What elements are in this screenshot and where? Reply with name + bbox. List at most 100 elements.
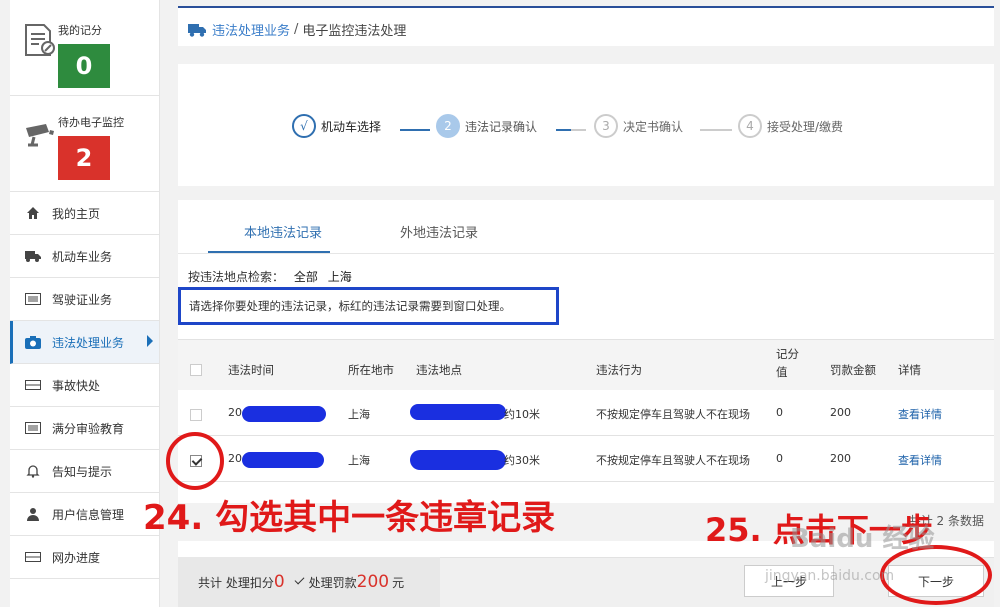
redaction-mark bbox=[242, 452, 324, 468]
col-place: 违法地点 bbox=[416, 363, 462, 377]
sidebar-item-education[interactable]: 满分审验教育 bbox=[10, 407, 159, 450]
step-4: 4 接受处理/缴费 bbox=[738, 114, 843, 138]
filter-option-all[interactable]: 全部 bbox=[294, 270, 318, 284]
home-icon bbox=[24, 206, 42, 220]
sidebar-item-label: 满分审验教育 bbox=[52, 421, 125, 436]
annotation-step-24: 24. 勾选其中一条违章记录 bbox=[143, 498, 556, 538]
my-points-value: 0 bbox=[58, 44, 110, 88]
cell-time: 20 bbox=[228, 406, 242, 419]
header-gap bbox=[178, 46, 994, 64]
sidebar-item-label: 机动车业务 bbox=[52, 249, 113, 264]
step-indicator: √ 机动车选择 2 违法记录确认 3 决定书确认 4 接受处理/缴费 bbox=[178, 110, 994, 142]
step-3: 3 决定书确认 bbox=[594, 114, 683, 138]
sidebar: 我的记分 0 待办电子监控 2 我的主页 机动车业务 驾驶证业务 违法处理业务 … bbox=[10, 0, 160, 607]
step-1-circle: √ bbox=[292, 114, 316, 138]
step-1-label: 机动车选择 bbox=[321, 119, 382, 134]
cell-fine: 200 bbox=[830, 406, 851, 419]
table-row: 20 上海 约10米 不按规定停车且驾驶人不在现场 0 200 查看详情 bbox=[178, 390, 994, 436]
license-card-icon bbox=[24, 292, 42, 306]
my-points-label: 我的记分 bbox=[58, 24, 102, 37]
breadcrumb: 违法处理业务 / 电子监控违法处理 bbox=[188, 20, 406, 39]
summary-fine-value: 200 bbox=[356, 572, 390, 592]
step-connector bbox=[400, 129, 430, 131]
summary-fine-label: 处理罚款 bbox=[308, 575, 357, 590]
select-all-checkbox[interactable] bbox=[190, 364, 202, 376]
list-icon bbox=[24, 421, 42, 435]
active-tab-underline bbox=[208, 251, 330, 253]
cell-fine: 200 bbox=[830, 452, 851, 465]
cell-place: 约10米 bbox=[504, 408, 540, 421]
redaction-mark bbox=[242, 406, 326, 422]
location-filter: 按违法地点检索： 全部 上海 bbox=[188, 268, 352, 285]
summary-bar: 共计 处理扣分 0 处理罚款 200 元 bbox=[178, 557, 440, 607]
cell-city: 上海 bbox=[348, 454, 370, 467]
top-divider bbox=[178, 6, 994, 8]
sidebar-item-label: 用户信息管理 bbox=[52, 507, 125, 522]
notice-message: 请选择你要处理的违法记录，标红的违法记录需要到窗口处理。 bbox=[178, 287, 559, 325]
surveillance-camera-icon bbox=[22, 118, 58, 154]
truck-icon bbox=[188, 23, 206, 37]
pending-monitor-value: 2 bbox=[58, 136, 110, 180]
sidebar-item-vehicle[interactable]: 机动车业务 bbox=[10, 235, 159, 278]
breadcrumb-link-violation[interactable]: 违法处理业务 bbox=[212, 20, 290, 39]
pending-monitor-label: 待办电子监控 bbox=[58, 116, 124, 129]
sidebar-item-notice[interactable]: 告知与提示 bbox=[10, 450, 159, 493]
col-time: 违法时间 bbox=[228, 363, 274, 377]
truck-icon bbox=[24, 249, 42, 263]
step-4-label: 接受处理/缴费 bbox=[767, 119, 844, 134]
section-gap bbox=[178, 186, 994, 200]
cell-action: 不按规定停车且驾驶人不在现场 bbox=[596, 408, 750, 421]
table-row: 20 上海 约30米 不按规定停车且驾驶人不在现场 0 200 查看详情 bbox=[178, 436, 994, 482]
bell-icon bbox=[24, 464, 42, 478]
view-detail-link[interactable]: 查看详情 bbox=[898, 406, 942, 422]
cell-place: 约30米 bbox=[504, 454, 540, 467]
sidebar-item-license[interactable]: 驾驶证业务 bbox=[10, 278, 159, 321]
sidebar-item-label: 我的主页 bbox=[52, 206, 101, 221]
pending-monitor-stat[interactable]: 待办电子监控 2 bbox=[10, 96, 159, 192]
progress-icon bbox=[24, 550, 42, 564]
tab-other-records[interactable]: 外地违法记录 bbox=[400, 222, 478, 241]
record-tabs: 本地违法记录 外地违法记录 bbox=[178, 208, 994, 254]
chevron-right-icon bbox=[147, 335, 153, 347]
cell-action: 不按规定停车且驾驶人不在现场 bbox=[596, 454, 750, 467]
my-points-stat[interactable]: 我的记分 0 bbox=[10, 0, 159, 96]
redaction-mark bbox=[410, 450, 506, 470]
step-connector bbox=[700, 129, 732, 131]
step-3-label: 决定书确认 bbox=[623, 119, 684, 134]
cell-time: 20 bbox=[228, 452, 242, 465]
summary-points-label: 共计 处理扣分 bbox=[198, 575, 274, 590]
cell-city: 上海 bbox=[348, 408, 370, 421]
col-detail: 详情 bbox=[898, 363, 921, 377]
document-pen-icon bbox=[22, 22, 58, 58]
sidebar-item-user[interactable]: 用户信息管理 bbox=[10, 493, 159, 536]
sidebar-item-label: 告知与提示 bbox=[52, 464, 113, 479]
col-action: 违法行为 bbox=[596, 363, 642, 377]
sidebar-item-accident[interactable]: 事故快处 bbox=[10, 364, 159, 407]
tab-local-records[interactable]: 本地违法记录 bbox=[244, 222, 322, 241]
sidebar-item-label: 网办进度 bbox=[52, 550, 101, 565]
sidebar-item-progress[interactable]: 网办进度 bbox=[10, 536, 159, 579]
camera-icon bbox=[24, 335, 42, 349]
summary-points-value: 0 bbox=[273, 572, 285, 592]
breadcrumb-separator: / bbox=[294, 22, 299, 37]
step-connector bbox=[556, 129, 586, 131]
step-4-circle: 4 bbox=[738, 114, 762, 138]
filter-option-shanghai[interactable]: 上海 bbox=[328, 270, 352, 284]
sidebar-item-label: 驾驶证业务 bbox=[52, 292, 113, 307]
user-icon bbox=[24, 507, 42, 521]
sidebar-item-home[interactable]: 我的主页 bbox=[10, 192, 159, 235]
sidebar-item-label: 事故快处 bbox=[52, 378, 101, 393]
sidebar-item-label: 违法处理业务 bbox=[52, 335, 125, 350]
view-detail-link[interactable]: 查看详情 bbox=[898, 452, 942, 468]
row-checkbox[interactable] bbox=[190, 409, 202, 421]
step-1: √ 机动车选择 bbox=[292, 114, 381, 138]
step-2-circle: 2 bbox=[436, 114, 460, 138]
accident-icon bbox=[24, 378, 42, 392]
col-fine: 罚款金额 bbox=[830, 363, 876, 377]
sidebar-item-violation[interactable]: 违法处理业务 bbox=[10, 321, 159, 364]
filter-label: 按违法地点检索： bbox=[188, 270, 285, 284]
step-2-label: 违法记录确认 bbox=[465, 119, 538, 134]
summary-unit: 元 bbox=[392, 575, 405, 590]
col-points-line2: 值 bbox=[776, 365, 788, 379]
highlight-circle-checkbox bbox=[166, 432, 224, 490]
